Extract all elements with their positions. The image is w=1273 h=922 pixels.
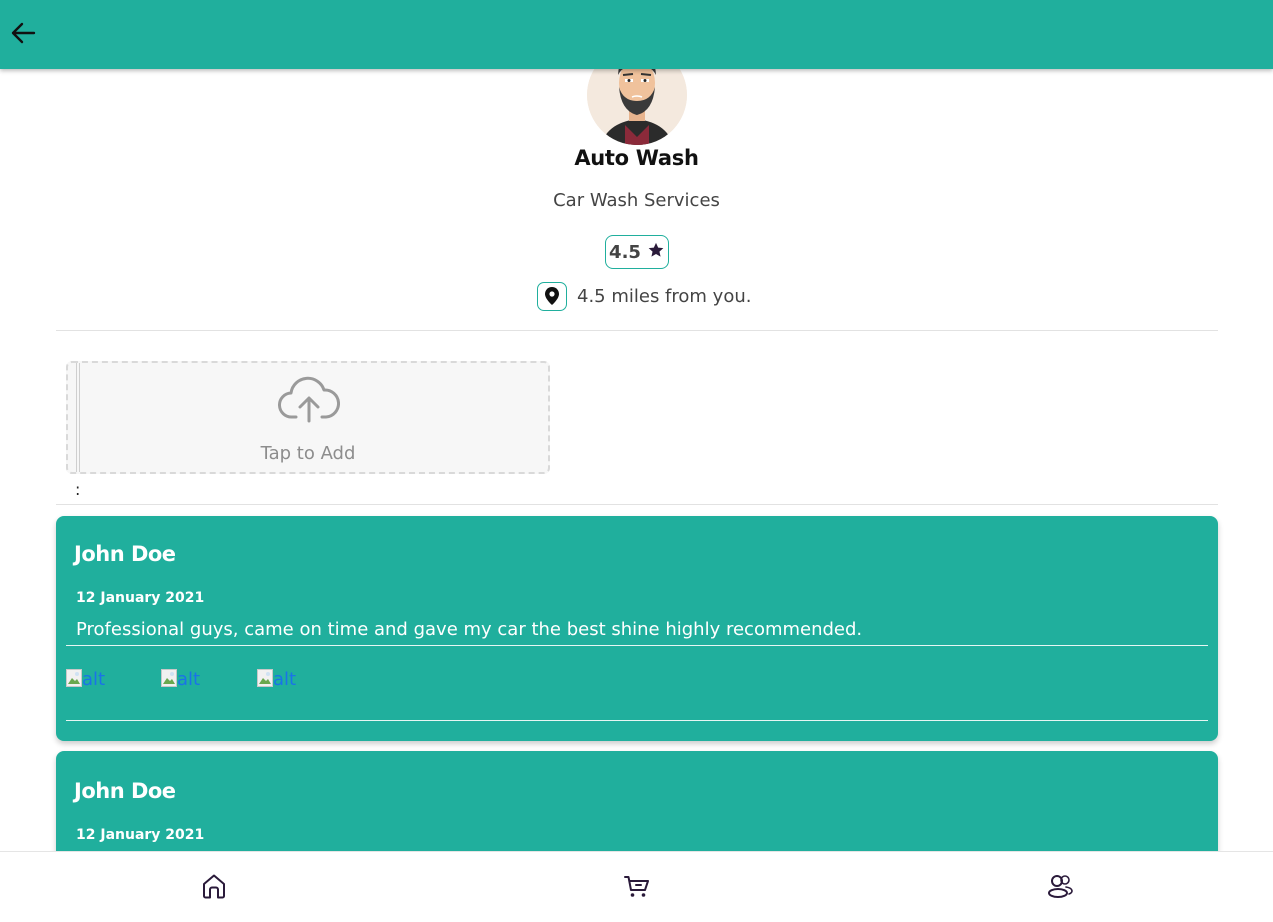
- review-image-alt: alt: [273, 669, 297, 690]
- broken-image-icon: [257, 669, 273, 687]
- rating-value: 4.5: [609, 241, 641, 263]
- review-divider: [66, 720, 1208, 721]
- review-image[interactable]: alt: [66, 669, 105, 693]
- review-image-alt: alt: [82, 669, 106, 690]
- app-header: [0, 0, 1273, 69]
- section-divider: [56, 504, 1218, 505]
- distance-text: 4.5 miles from you.: [577, 285, 752, 307]
- bottom-navigation: [0, 851, 1273, 922]
- location-row: 4.5 miles from you.: [537, 281, 751, 311]
- upload-label: Tap to Add: [260, 443, 356, 464]
- star-icon: [647, 241, 665, 263]
- upload-colon: :: [75, 480, 81, 499]
- cart-icon: [623, 872, 651, 904]
- nav-cart-button[interactable]: [619, 870, 655, 906]
- reviewer-name: John Doe: [74, 542, 176, 566]
- broken-image-icon: [66, 669, 82, 687]
- arrow-left-icon: [10, 21, 36, 49]
- home-icon: [200, 872, 228, 904]
- cloud-upload-icon: [278, 373, 340, 429]
- upload-dropzone[interactable]: Tap to Add: [66, 361, 550, 474]
- map-pin-icon: [537, 281, 567, 311]
- review-image[interactable]: alt: [161, 669, 200, 693]
- page-content: Auto Wash Car Wash Services 4.5 4.5 mile…: [0, 0, 1273, 922]
- rating-badge: 4.5: [605, 235, 669, 269]
- review-image[interactable]: alt: [257, 669, 296, 693]
- section-divider: [56, 330, 1218, 331]
- review-card: John Doe 12 January 2021 Professional gu…: [56, 516, 1218, 741]
- review-divider: [66, 645, 1208, 646]
- review-image-alt: alt: [177, 669, 201, 690]
- business-name: Auto Wash: [574, 146, 699, 170]
- business-category: Car Wash Services: [553, 190, 720, 211]
- review-text: Professional guys, came on time and gave…: [76, 619, 863, 640]
- users-icon: [1045, 872, 1075, 904]
- nav-profile-button[interactable]: [1042, 870, 1078, 906]
- reviewer-name: John Doe: [74, 779, 176, 803]
- review-date: 12 January 2021: [76, 590, 205, 606]
- review-date: 12 January 2021: [76, 827, 205, 843]
- broken-image-icon: [161, 669, 177, 687]
- back-button[interactable]: [8, 20, 38, 50]
- nav-home-button[interactable]: [196, 870, 232, 906]
